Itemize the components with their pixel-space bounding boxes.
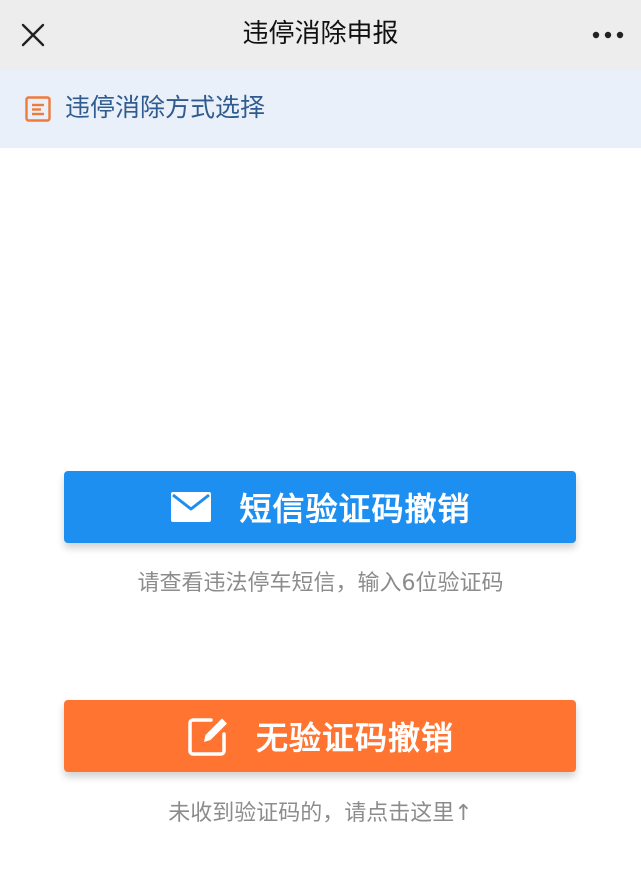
edit-icon bbox=[186, 714, 230, 758]
nocode-button-label: 无验证码撤销 bbox=[255, 719, 454, 757]
section-header: 违停消除方式选择 bbox=[0, 70, 641, 148]
section-title: 违停消除方式选择 bbox=[65, 93, 266, 122]
more-button[interactable] bbox=[589, 16, 627, 54]
page-title: 违停消除申报 bbox=[242, 19, 399, 49]
page: 违停消除申报 违停消除方式选择 短信验证码撤销 请查看违法停车短信，输入6位验证… bbox=[0, 0, 641, 878]
sms-code-revoke-button[interactable]: 短信验证码撤销 bbox=[64, 471, 576, 543]
nocode-hint-text[interactable]: 未收到验证码的，请点击这里↑ bbox=[0, 795, 641, 827]
more-icon bbox=[592, 31, 624, 39]
top-navbar: 违停消除申报 bbox=[0, 0, 641, 70]
close-icon bbox=[21, 23, 45, 47]
close-button[interactable] bbox=[14, 16, 52, 54]
mail-icon bbox=[169, 485, 213, 529]
document-icon bbox=[25, 96, 51, 122]
sms-button-label: 短信验证码撤销 bbox=[239, 490, 471, 528]
no-code-revoke-button[interactable]: 无验证码撤销 bbox=[64, 700, 576, 772]
sms-hint-text: 请查看违法停车短信，输入6位验证码 bbox=[137, 571, 504, 596]
